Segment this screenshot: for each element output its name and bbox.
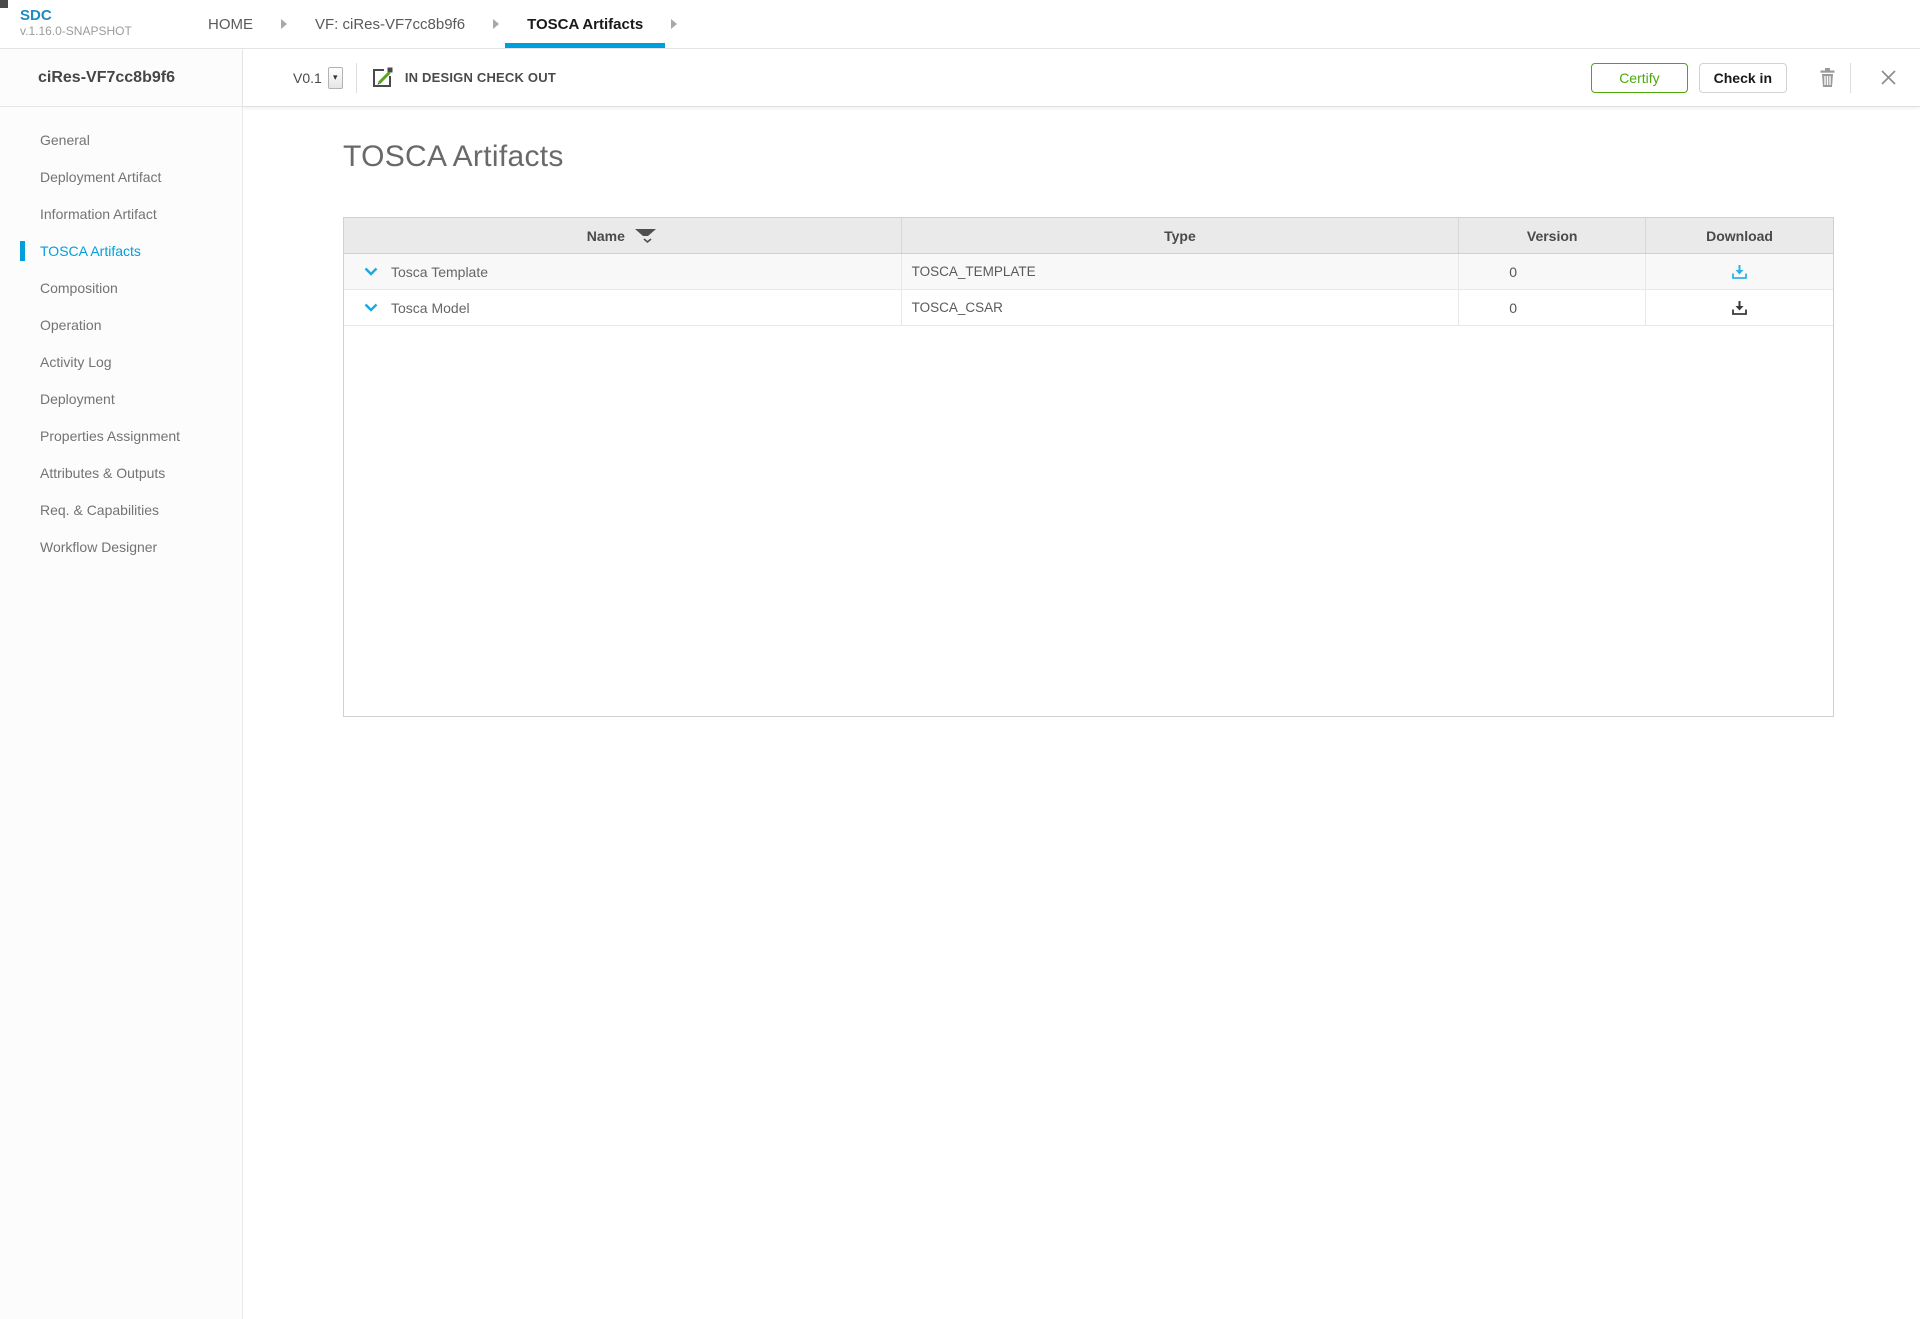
sidebar-item-label: Information Artifact bbox=[40, 206, 157, 222]
cell-name: Tosca Model bbox=[344, 290, 902, 325]
column-header-label: Name bbox=[587, 228, 625, 244]
sort-icon bbox=[633, 227, 658, 244]
table-header-row: Name Type Version Download bbox=[344, 218, 1833, 254]
cell-download bbox=[1646, 290, 1833, 325]
sidebar-item-label: Properties Assignment bbox=[40, 428, 180, 444]
toolbar-divider bbox=[356, 63, 357, 93]
breadcrumb-arrow-icon bbox=[493, 19, 499, 29]
tab-vf[interactable]: VF: ciRes-VF7cc8b9f6 bbox=[293, 0, 487, 48]
sidebar-item-label: Composition bbox=[40, 280, 118, 296]
lifecycle-status-text: IN DESIGN CHECK OUT bbox=[405, 70, 556, 85]
expand-chevron-icon[interactable] bbox=[364, 267, 378, 276]
sidebar: ciRes-VF7cc8b9f6 General Deployment Arti… bbox=[0, 49, 243, 1319]
download-icon[interactable] bbox=[1731, 264, 1748, 280]
sidebar-item-deployment[interactable]: Deployment bbox=[0, 380, 242, 417]
artifact-name: Tosca Model bbox=[391, 300, 470, 316]
tab-vf-label: VF: ciRes-VF7cc8b9f6 bbox=[315, 16, 465, 33]
version-select[interactable]: ▾ bbox=[328, 67, 343, 89]
tosca-artifacts-table: Name Type Version Download bbox=[343, 217, 1834, 717]
corner-mark bbox=[0, 0, 8, 8]
artifact-version: 0 bbox=[1509, 300, 1517, 316]
sidebar-item-operation[interactable]: Operation bbox=[0, 306, 242, 343]
tab-tosca-artifacts-label: TOSCA Artifacts bbox=[527, 16, 643, 33]
download-icon[interactable] bbox=[1731, 300, 1748, 316]
sidebar-item-deployment-artifact[interactable]: Deployment Artifact bbox=[0, 158, 242, 195]
close-icon[interactable] bbox=[1880, 69, 1897, 86]
column-header-type[interactable]: Type bbox=[902, 218, 1460, 253]
sidebar-item-attributes-outputs[interactable]: Attributes & Outputs bbox=[0, 454, 242, 491]
artifact-name: Tosca Template bbox=[391, 264, 488, 280]
breadcrumb-arrow-icon bbox=[281, 19, 287, 29]
breadcrumb: HOME VF: ciRes-VF7cc8b9f6 TOSCA Artifact… bbox=[186, 0, 683, 48]
cell-name: Tosca Template bbox=[344, 254, 902, 289]
sidebar-item-label: Operation bbox=[40, 317, 101, 333]
logo-version: v.1.16.0-SNAPSHOT bbox=[20, 24, 168, 39]
sidebar-item-tosca-artifacts[interactable]: TOSCA Artifacts bbox=[0, 232, 242, 269]
column-header-download[interactable]: Download bbox=[1646, 218, 1833, 253]
sdc-app: SDC v.1.16.0-SNAPSHOT HOME VF: ciRes-VF7… bbox=[0, 0, 1920, 1319]
column-header-label: Download bbox=[1706, 228, 1773, 244]
cell-version: 0 bbox=[1459, 254, 1646, 289]
sidebar-menu: General Deployment Artifact Information … bbox=[0, 107, 242, 565]
toolbar-actions: Certify Check in bbox=[1591, 63, 1897, 93]
version-label: V0.1 bbox=[293, 70, 322, 86]
sidebar-item-information-artifact[interactable]: Information Artifact bbox=[0, 195, 242, 232]
sidebar-item-label: Activity Log bbox=[40, 354, 112, 370]
sidebar-item-label: Deployment bbox=[40, 391, 115, 407]
top-nav-bar: SDC v.1.16.0-SNAPSHOT HOME VF: ciRes-VF7… bbox=[0, 0, 1920, 49]
active-item-bar bbox=[20, 241, 25, 261]
sidebar-item-label: TOSCA Artifacts bbox=[40, 243, 141, 259]
active-tab-underline bbox=[505, 43, 665, 48]
check-in-button[interactable]: Check in bbox=[1699, 63, 1787, 93]
breadcrumb-arrow-icon bbox=[671, 19, 677, 29]
sidebar-item-req-capabilities[interactable]: Req. & Capabilities bbox=[0, 491, 242, 528]
sidebar-item-workflow-designer[interactable]: Workflow Designer bbox=[0, 528, 242, 565]
column-header-name[interactable]: Name bbox=[344, 218, 902, 253]
page-title: TOSCA Artifacts bbox=[343, 140, 564, 174]
resource-toolbar: V0.1 ▾ IN DESIGN CHECK OUT Certify Check… bbox=[243, 49, 1920, 107]
sidebar-item-composition[interactable]: Composition bbox=[0, 269, 242, 306]
tab-home[interactable]: HOME bbox=[186, 0, 275, 48]
sidebar-resource-title: ciRes-VF7cc8b9f6 bbox=[0, 49, 242, 107]
artifact-type: TOSCA_CSAR bbox=[912, 300, 1003, 315]
logo-title: SDC bbox=[20, 7, 168, 24]
table-row-tosca-template: Tosca Template TOSCA_TEMPLATE 0 bbox=[344, 254, 1833, 290]
sidebar-item-label: Workflow Designer bbox=[40, 539, 157, 555]
table-row-tosca-model: Tosca Model TOSCA_CSAR 0 bbox=[344, 290, 1833, 326]
cell-type: TOSCA_CSAR bbox=[902, 290, 1460, 325]
sidebar-item-label: Attributes & Outputs bbox=[40, 465, 165, 481]
tab-tosca-artifacts[interactable]: TOSCA Artifacts bbox=[505, 0, 665, 48]
artifact-version: 0 bbox=[1509, 264, 1517, 280]
certify-button[interactable]: Certify bbox=[1591, 63, 1687, 93]
column-header-label: Version bbox=[1527, 228, 1578, 244]
expand-chevron-icon[interactable] bbox=[364, 303, 378, 312]
toolbar-divider bbox=[1850, 63, 1851, 93]
main-content: TOSCA Artifacts Name Type Version bbox=[243, 107, 1920, 1319]
cell-type: TOSCA_TEMPLATE bbox=[902, 254, 1460, 289]
sdc-logo: SDC v.1.16.0-SNAPSHOT bbox=[20, 0, 168, 48]
sidebar-item-general[interactable]: General bbox=[0, 121, 242, 158]
sidebar-item-label: Req. & Capabilities bbox=[40, 502, 159, 518]
cell-download bbox=[1646, 254, 1833, 289]
artifact-type: TOSCA_TEMPLATE bbox=[912, 264, 1036, 279]
sidebar-item-properties-assignment[interactable]: Properties Assignment bbox=[0, 417, 242, 454]
delete-icon[interactable] bbox=[1818, 67, 1837, 88]
sidebar-item-label: General bbox=[40, 132, 90, 148]
tab-home-label: HOME bbox=[208, 16, 253, 33]
sidebar-item-label: Deployment Artifact bbox=[40, 169, 161, 185]
column-header-label: Type bbox=[1164, 228, 1196, 244]
sidebar-item-activity-log[interactable]: Activity Log bbox=[0, 343, 242, 380]
in-design-edit-icon bbox=[370, 66, 395, 90]
cell-version: 0 bbox=[1459, 290, 1646, 325]
column-header-version[interactable]: Version bbox=[1459, 218, 1646, 253]
